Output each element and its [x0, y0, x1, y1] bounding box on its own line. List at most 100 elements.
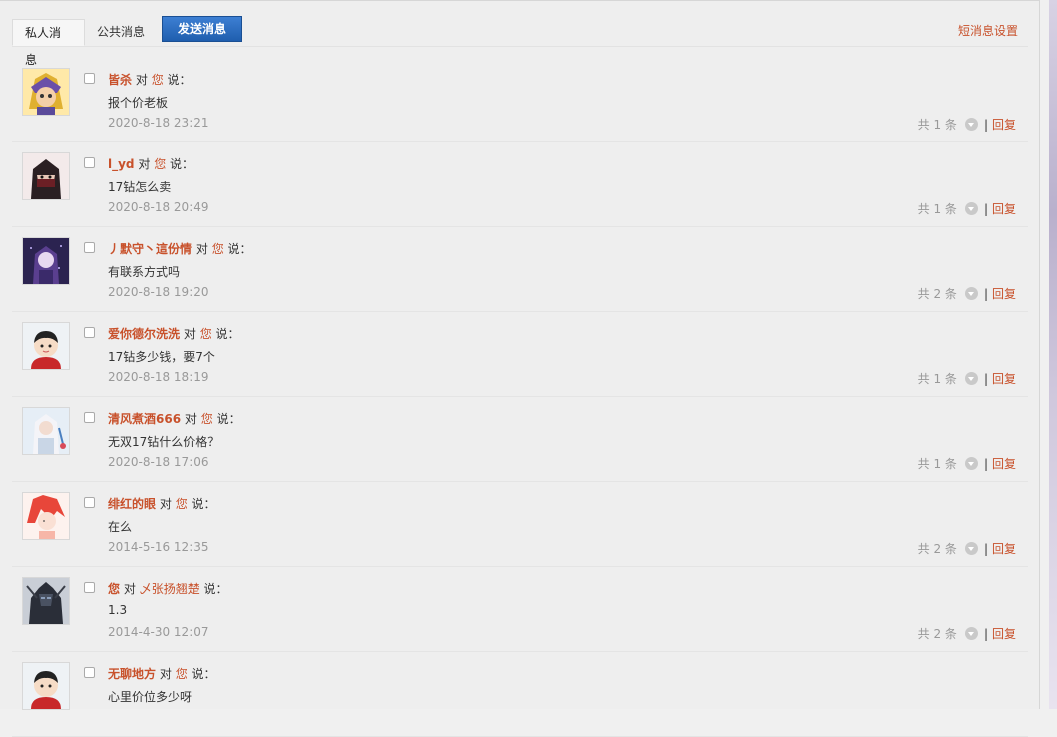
background-edge	[1049, 0, 1057, 709]
separator: |	[983, 627, 988, 641]
message-row: 清风煮酒666 对 您 说： 无双17钻什么价格？ 2020-8-18 17:0…	[12, 397, 1028, 482]
sender-name[interactable]: 皆杀	[108, 73, 132, 87]
message-meta: 共 1 条 | 回复	[918, 455, 1016, 472]
connector-text: 对	[183, 327, 196, 341]
message-meta: 共 2 条 | 回复	[918, 285, 1016, 302]
recipient-name: 您	[199, 327, 212, 341]
connector-text: 对	[195, 242, 208, 256]
message-list: 皆杀 对 您 说： 报个价老板 2020-8-18 23:21 共 1 条 | 回复	[12, 58, 1028, 737]
avatar[interactable]	[22, 492, 70, 540]
message-date: 2020-8-18 17:06	[108, 455, 209, 469]
avatar[interactable]	[22, 152, 70, 200]
tab-public-messages[interactable]: 公共消息	[85, 19, 157, 46]
sender-name[interactable]: 爱你德尔洗洗	[108, 327, 180, 341]
connector-text: 对	[159, 497, 172, 511]
dark-anime-girl-avatar	[23, 238, 69, 284]
message-date: 2020-8-18 18:19	[108, 370, 209, 384]
reply-link[interactable]: 回复	[992, 457, 1016, 471]
connector-text: 对	[138, 157, 151, 171]
connector-text: 对	[184, 412, 197, 426]
message-date: 2014-4-30 12:07	[108, 625, 209, 639]
select-checkbox[interactable]	[84, 497, 95, 508]
separator: |	[983, 457, 988, 471]
sender-name[interactable]: 丿默守丶這份情	[108, 242, 192, 256]
message-meta: 共 1 条 | 回复	[918, 370, 1016, 387]
reply-link[interactable]: 回复	[992, 542, 1016, 556]
expand-icon[interactable]	[964, 202, 978, 215]
avatar[interactable]	[22, 577, 70, 625]
recipient-name: 您	[154, 157, 167, 171]
message-date: 2020-8-18 19:20	[108, 285, 209, 299]
expand-icon[interactable]	[964, 372, 978, 385]
message-row: 丿默守丶這份情 对 您 说： 有联系方式吗 2020-8-18 19:20 共 …	[12, 227, 1028, 312]
message-count: 共 1 条	[917, 372, 957, 386]
select-checkbox[interactable]	[84, 667, 95, 678]
message-settings-link[interactable]: 短消息设置	[958, 22, 1018, 39]
message-text: 心里价位多少呀	[108, 690, 193, 704]
says-text: 说：	[167, 73, 192, 87]
default-boy-avatar	[23, 323, 69, 369]
expand-icon[interactable]	[964, 457, 978, 470]
says-text: 说：	[227, 242, 252, 256]
message-panel: 私人消息 公共消息 发送消息 短消息设置 皆杀 对 您 说： 报个价老板 202…	[0, 0, 1040, 737]
sender-name[interactable]: 清风煮酒666	[108, 412, 181, 426]
message-header: 丿默守丶這份情 对 您 说：	[108, 240, 252, 257]
select-checkbox[interactable]	[84, 157, 95, 168]
expand-icon[interactable]	[964, 287, 978, 300]
reply-link[interactable]: 回复	[992, 287, 1016, 301]
separator: |	[983, 118, 988, 132]
message-text: 17钻怎么卖	[108, 180, 172, 194]
sender-name[interactable]: 您	[108, 582, 120, 596]
reply-link[interactable]: 回复	[992, 627, 1016, 641]
separator: |	[983, 287, 988, 301]
message-header: 无聊地方 对 您 说：	[108, 665, 216, 682]
says-text: 说：	[215, 327, 240, 341]
message-header: 清风煮酒666 对 您 说：	[108, 410, 241, 427]
select-checkbox[interactable]	[84, 582, 95, 593]
avatar[interactable]	[22, 68, 70, 116]
message-text: 报个价老板	[108, 96, 169, 110]
recipient-name: 您	[175, 667, 188, 681]
recipient-name: 您	[211, 242, 224, 256]
message-count: 共 1 条	[917, 118, 957, 132]
message-text: 有联系方式吗	[108, 265, 181, 279]
tab-private-messages[interactable]: 私人消息	[12, 19, 85, 67]
select-checkbox[interactable]	[84, 242, 95, 253]
select-checkbox[interactable]	[84, 73, 95, 84]
recipient-name[interactable]: 乄张扬翘楚	[140, 582, 200, 596]
expand-icon[interactable]	[964, 542, 978, 555]
dark-knight-avatar	[23, 578, 69, 624]
sender-name[interactable]: l_yd	[108, 157, 135, 171]
message-count: 共 1 条	[917, 457, 957, 471]
expand-icon[interactable]	[964, 627, 978, 640]
send-message-button[interactable]: 发送消息	[162, 16, 242, 42]
avatar[interactable]	[22, 662, 70, 710]
reply-link[interactable]: 回复	[992, 372, 1016, 386]
message-date: 2020-8-18 20:49	[108, 200, 209, 214]
separator: |	[983, 202, 988, 216]
message-row: 您 对 乄张扬翘楚 说： 1.3 2014-4-30 12:07 共 2 条 | 回…	[12, 567, 1028, 652]
message-row: l_yd 对 您 说： 17钻怎么卖 2020-8-18 20:49 共 1 条…	[12, 142, 1028, 227]
expand-icon[interactable]	[964, 118, 978, 131]
select-checkbox[interactable]	[84, 412, 95, 423]
says-text: 说：	[216, 412, 241, 426]
avatar[interactable]	[22, 322, 70, 370]
sender-name[interactable]: 无聊地方	[108, 667, 156, 681]
avatar[interactable]	[22, 237, 70, 285]
select-checkbox[interactable]	[84, 327, 95, 338]
message-meta: 共 1 条 | 回复	[918, 200, 1016, 217]
message-header: 您 对 乄张扬翘楚 说：	[108, 580, 228, 597]
message-count: 共 2 条	[917, 627, 957, 641]
message-meta: 共 1 条 | 回复	[918, 116, 1016, 133]
message-text: 无双17钻什么价格？	[108, 435, 220, 449]
message-row: 无聊地方 对 您 说： 心里价位多少呀	[12, 652, 1028, 737]
message-row: 绯红的眼 对 您 说： 在么 2014-5-16 12:35 共 2 条 | 回复	[12, 482, 1028, 567]
red-haired-anime-avatar	[23, 493, 69, 539]
reply-link[interactable]: 回复	[992, 202, 1016, 216]
message-row: 皆杀 对 您 说： 报个价老板 2020-8-18 23:21 共 1 条 | 回复	[12, 58, 1028, 142]
reply-link[interactable]: 回复	[992, 118, 1016, 132]
sender-name[interactable]: 绯红的眼	[108, 497, 156, 511]
separator: |	[983, 372, 988, 386]
message-meta: 共 2 条 | 回复	[918, 540, 1016, 557]
avatar[interactable]	[22, 407, 70, 455]
